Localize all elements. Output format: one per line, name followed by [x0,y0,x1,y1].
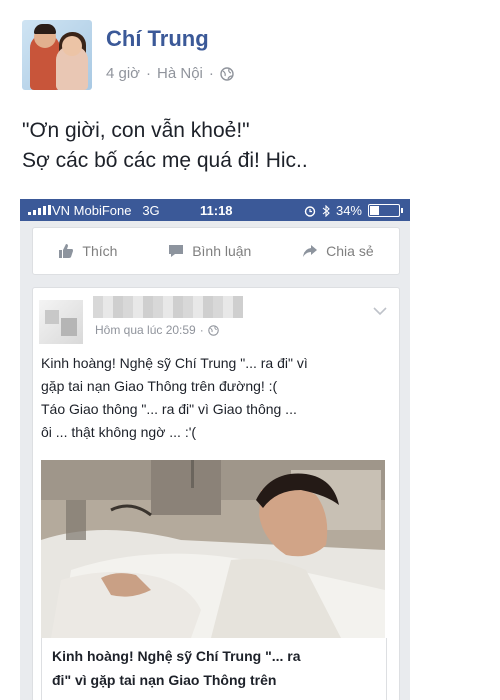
shared-screenshot[interactable]: VN MobiFone 3G 11:18 34% Thích Bình luận… [20,199,410,700]
inner-post-meta: Hôm qua lúc 20:59 · [95,323,219,337]
inner-author-name-blurred[interactable] [93,296,243,318]
like-button[interactable]: Thích [58,243,117,259]
comment-label: Bình luận [192,243,252,259]
share-label: Chia sẻ [326,243,374,259]
share-icon [303,245,318,257]
inner-post-text: Kinh hoàng! Nghệ sỹ Chí Trung "... ra đi… [41,352,391,444]
link-preview-caption[interactable]: Kinh hoàng! Nghệ sỹ Chí Trung "... ra đi… [41,638,387,700]
post-text-line: "Ơn giời, con vẫn khoẻ!" [22,119,250,142]
inner-text-line: Kinh hoàng! Nghệ sỹ Chí Trung "... ra đi… [41,355,308,371]
chevron-down-icon[interactable] [373,306,387,316]
meta-separator: · [146,65,152,82]
network-type: 3G [142,203,160,218]
inner-text-line: Táo Giao thông "... ra đi" vì Giao thông… [41,401,297,417]
inner-text-line: ôi ... thật không ngờ ... :'( [41,424,197,440]
meta-separator-2: · [208,65,214,82]
post-text-line: Sợ các bố các mẹ quá đi! Hic.. [22,149,308,172]
link-preview-photo[interactable] [41,460,385,638]
battery-icon [368,204,403,217]
post-time[interactable]: 4 giờ [106,65,140,82]
inner-author-avatar-blurred[interactable] [39,300,83,344]
author-avatar[interactable] [22,20,92,90]
battery-percent: 34% [335,203,362,218]
author-name[interactable]: Chí Trung [106,26,209,52]
link-title-line: đi" vì gặp tai nạn Giao Thông trên [52,672,277,688]
globe-icon [207,324,219,336]
inner-post-time[interactable]: Hôm qua lúc 20:59 [95,323,196,337]
post-location[interactable]: Hà Nội [157,65,203,82]
share-button[interactable]: Chia sẻ [302,243,374,259]
phone-status-bar: VN MobiFone 3G 11:18 34% [20,199,410,221]
inner-text-line: gặp tai nạn Giao Thông trên đường! :( [41,378,278,394]
link-title-line: Kinh hoàng! Nghệ sỹ Chí Trung "... ra [52,648,301,664]
post-text: "Ơn giời, con vẫn khoẻ!" Sợ các bố các m… [22,116,308,176]
comment-button[interactable]: Bình luận [168,243,251,259]
like-label: Thích [82,243,118,259]
bluetooth-icon [322,204,330,217]
inner-post: Hôm qua lúc 20:59 · Kinh hoàng! Nghệ sỹ … [32,287,400,700]
clock: 11:18 [200,203,233,218]
post-header: Chí Trung 4 giờ · Hà Nội · [22,20,482,92]
comment-icon [169,245,184,257]
thumbs-up-icon [59,244,74,258]
globe-icon[interactable] [220,66,234,81]
carrier-name: VN MobiFone [52,203,132,218]
signal-icon [28,205,51,215]
post-meta: 4 giờ · Hà Nội · [106,65,234,82]
alarm-icon [304,205,316,217]
inner-meta-separator: · [199,323,204,337]
action-bar: Thích Bình luận Chia sẻ [32,227,400,275]
